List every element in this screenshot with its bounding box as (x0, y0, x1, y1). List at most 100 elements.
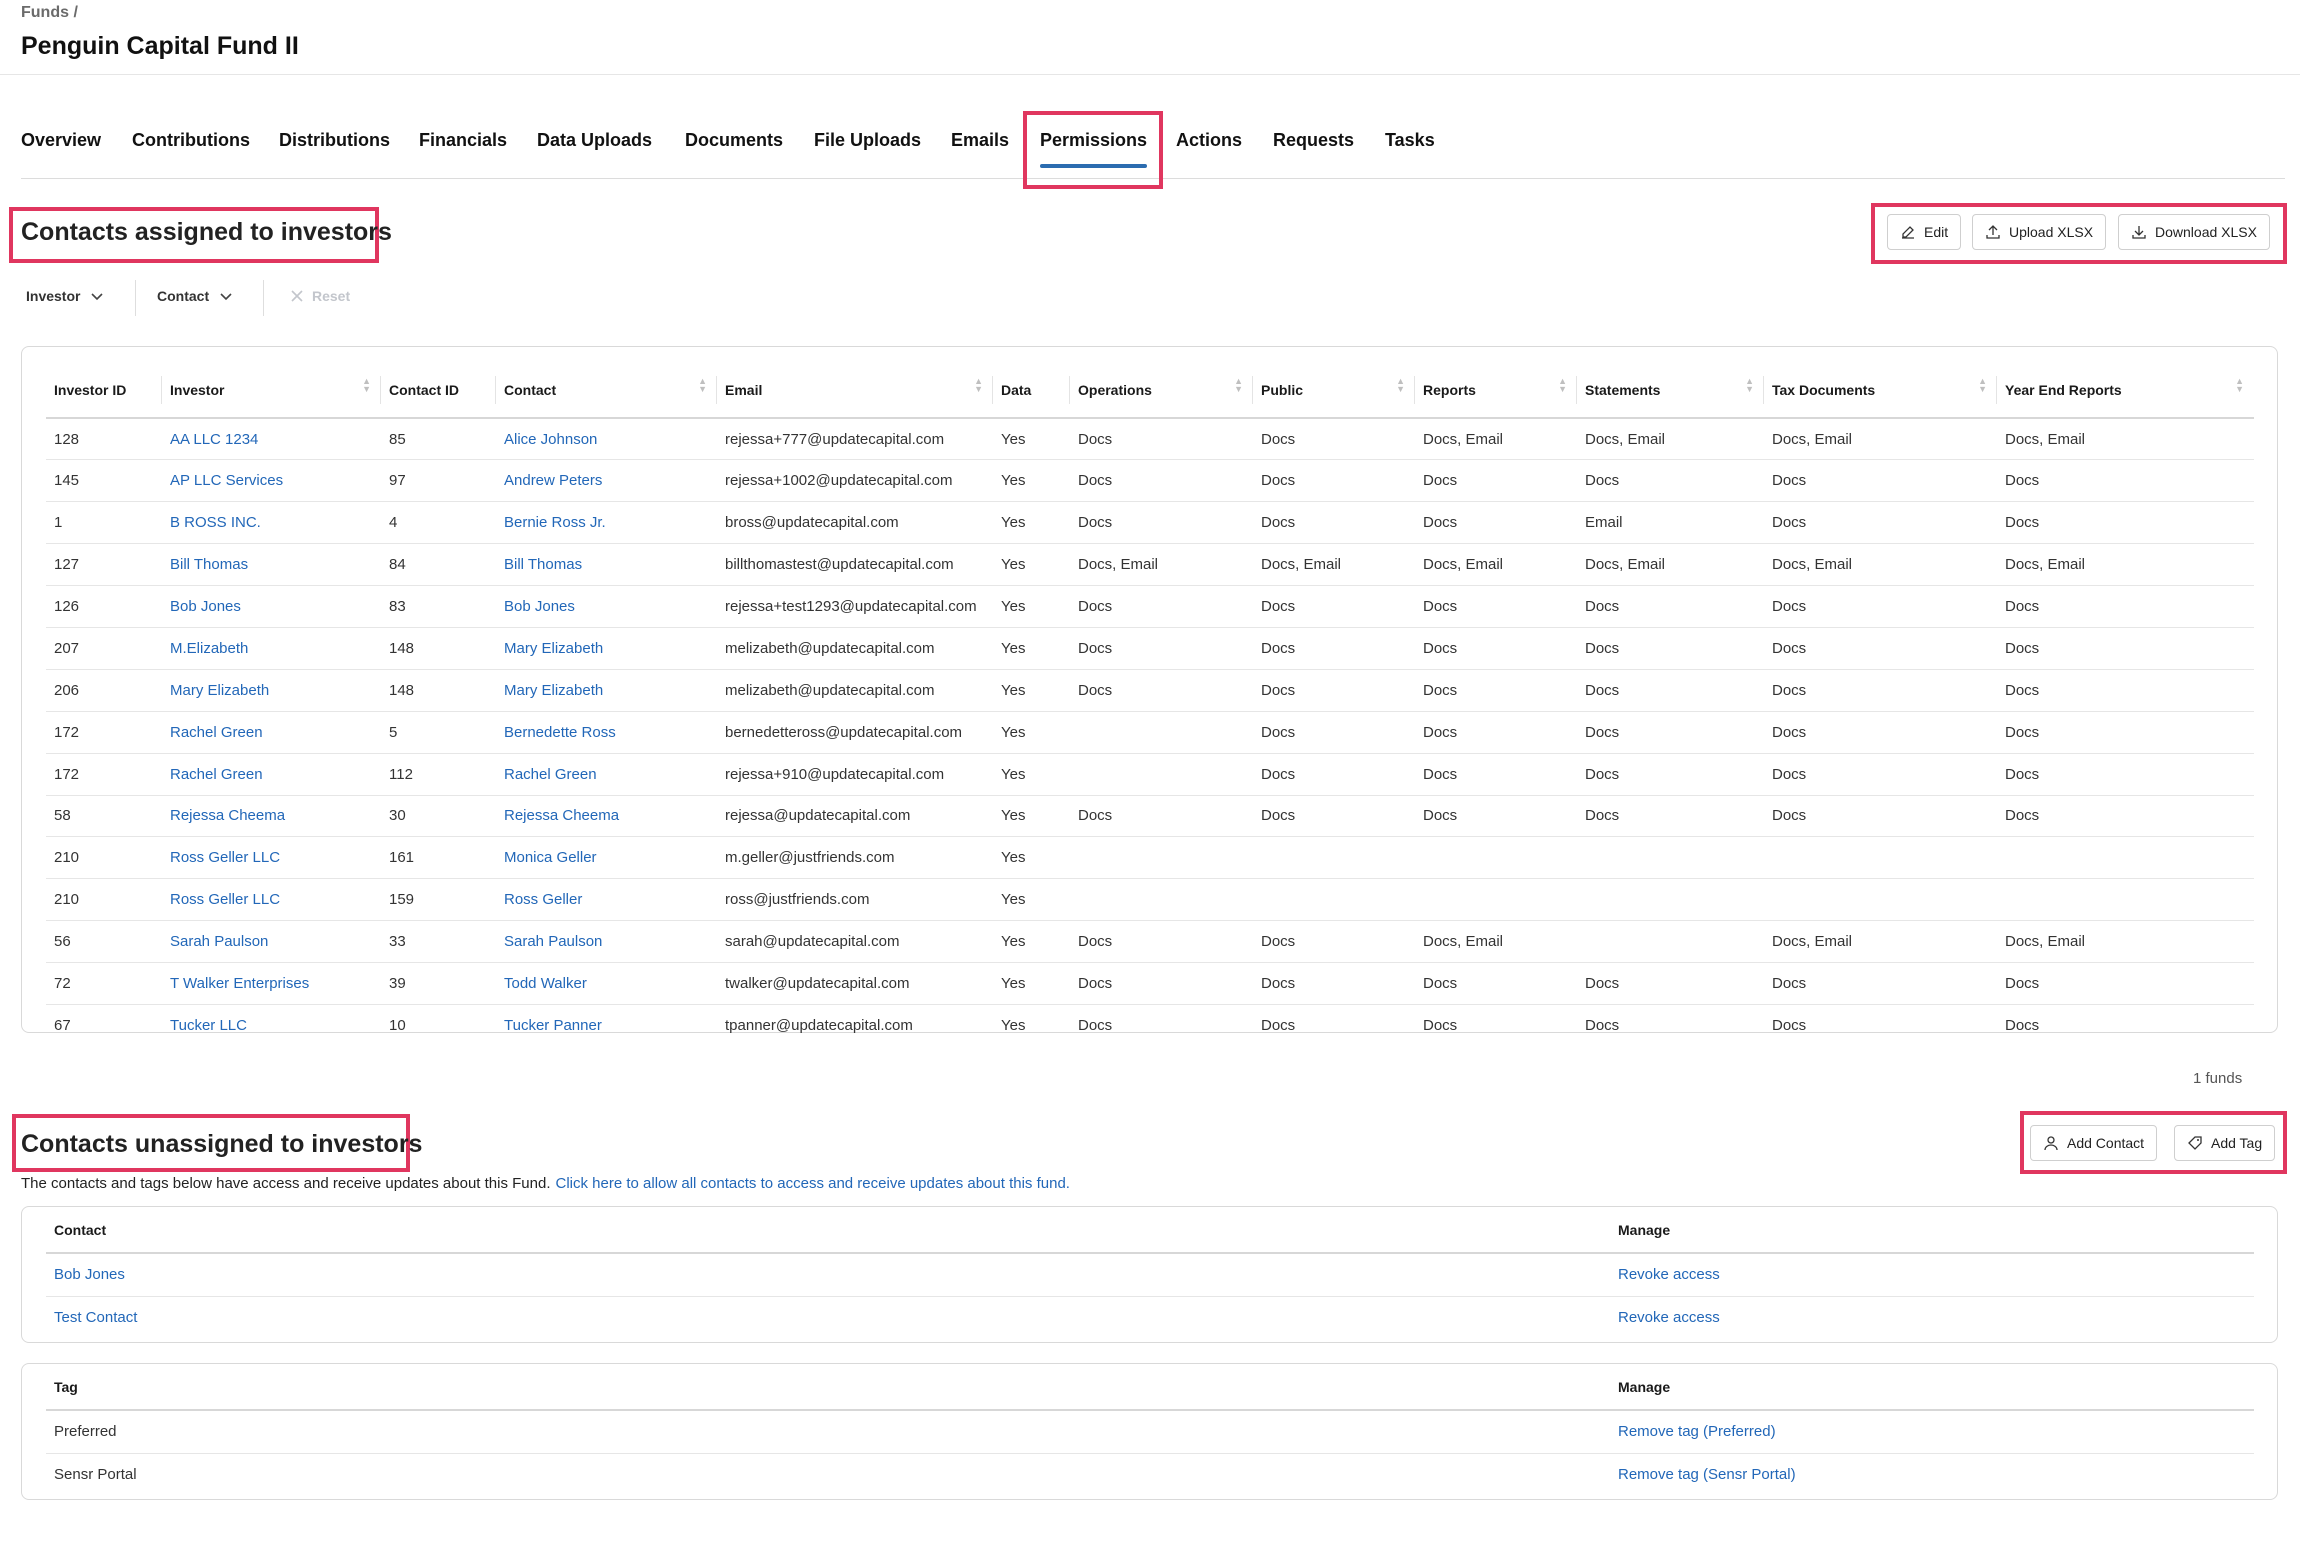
description-text: The contacts and tags below have access … (21, 1175, 551, 1192)
cell-value: rejessa+test1293@updatecapital.com (725, 598, 977, 615)
tab-financials[interactable]: Financials (419, 130, 507, 151)
investor-link[interactable]: Bob Jones (162, 598, 241, 615)
column-header-contact[interactable]: Contact ▲ ▼ (496, 362, 717, 418)
column-header-data[interactable]: Data (993, 362, 1070, 418)
tab-actions[interactable]: Actions (1176, 130, 1242, 151)
contact-link[interactable]: Bernedette Ross (496, 724, 616, 741)
remove-tag-link[interactable]: Remove tag (Sensr Portal) (1610, 1466, 1796, 1483)
investor-link[interactable]: Rejessa Cheema (162, 807, 285, 824)
revoke-access-link[interactable]: Revoke access (1610, 1266, 1720, 1283)
contact-filter[interactable]: Contact (157, 288, 233, 304)
tab-documents[interactable]: Documents (685, 130, 783, 151)
investor-link[interactable]: Sarah Paulson (162, 933, 268, 950)
breadcrumb[interactable]: Funds / (21, 4, 78, 22)
contact-link[interactable]: Monica Geller (496, 849, 597, 866)
column-header-year-end-reports[interactable]: Year End Reports ▲ ▼ (1997, 362, 2254, 418)
cell-value: Yes (1001, 765, 1026, 783)
contact-link[interactable]: Bernie Ross Jr. (496, 514, 606, 531)
investor-link[interactable]: Bill Thomas (162, 556, 248, 573)
investor-link[interactable]: Ross Geller LLC (162, 849, 280, 866)
sort-icon[interactable]: ▲ ▼ (1745, 377, 1754, 394)
column-header-public[interactable]: Public ▲ ▼ (1253, 362, 1415, 418)
revoke-access-link[interactable]: Revoke access (1610, 1309, 1720, 1326)
cell-value: Docs, Email (2005, 430, 2086, 448)
cell-value: melizabeth@updatecapital.com (725, 681, 935, 699)
upload-xlsx-button[interactable]: Upload XLSX (1972, 214, 2107, 250)
column-header-investor[interactable]: Investor ▲ ▼ (162, 362, 381, 418)
contact-link[interactable]: Tucker Panner (496, 1017, 602, 1034)
tab-distributions[interactable]: Distributions (279, 130, 390, 151)
contact-link[interactable]: Ross Geller (496, 891, 582, 908)
cell-public: Docs (1253, 418, 1415, 460)
investor-link[interactable]: M.Elizabeth (162, 640, 248, 657)
edit-button[interactable]: Edit (1887, 214, 1962, 250)
sort-icon[interactable]: ▲ ▼ (362, 377, 371, 394)
allow-all-contacts-link[interactable]: Click here to allow all contacts to acce… (556, 1175, 1070, 1192)
contact-link[interactable]: Alice Johnson (496, 431, 597, 448)
column-header-investor-id[interactable]: Investor ID (46, 362, 162, 418)
investor-link[interactable]: Ross Geller LLC (162, 891, 280, 908)
contact-link[interactable]: Rejessa Cheema (496, 807, 619, 824)
download-xlsx-button[interactable]: Download XLSX (2118, 214, 2270, 250)
investor-link[interactable]: AP LLC Services (162, 472, 283, 489)
contact-link[interactable]: Mary Elizabeth (496, 640, 603, 657)
cell-year-end-reports: Docs, Email (1997, 921, 2254, 963)
tab-tasks[interactable]: Tasks (1385, 130, 1435, 151)
cell-public: Docs (1253, 1004, 1415, 1046)
investor-link[interactable]: Mary Elizabeth (162, 682, 269, 699)
add-tag-button[interactable]: Add Tag (2174, 1125, 2276, 1161)
investor-link[interactable]: B ROSS INC. (162, 514, 261, 531)
cell-value: Docs (1078, 472, 1113, 490)
cell-value: 72 (54, 975, 71, 993)
remove-tag-link[interactable]: Remove tag (Preferred) (1610, 1423, 1776, 1440)
investor-link[interactable]: Rachel Green (162, 724, 263, 741)
cell-tax-documents: Docs, Email (1764, 544, 1997, 586)
contact-link[interactable]: Mary Elizabeth (496, 682, 603, 699)
table-row: 210 Ross Geller LLC 159 Ross Geller ross@jus… (46, 879, 2254, 921)
tab-emails[interactable]: Emails (951, 130, 1009, 151)
sort-icon[interactable]: ▲ ▼ (1978, 377, 1987, 394)
cell-contact-id: 85 (381, 418, 496, 460)
investor-filter[interactable]: Investor (26, 288, 104, 304)
reset-filters-button[interactable]: Reset (290, 288, 350, 304)
cell-value: Docs (2005, 514, 2040, 532)
column-header-statements[interactable]: Statements ▲ ▼ (1577, 362, 1764, 418)
add-contact-button[interactable]: Add Contact (2030, 1125, 2158, 1161)
cell-contact-id: 97 (381, 460, 496, 502)
cell-statements: Docs, Email (1577, 544, 1764, 586)
cell-value: Yes (1001, 639, 1026, 657)
contact-link[interactable]: Todd Walker (496, 975, 587, 992)
contact-link[interactable]: Bill Thomas (496, 556, 582, 573)
investor-link[interactable]: AA LLC 1234 (162, 431, 258, 448)
contact-link[interactable]: Bob Jones (496, 598, 575, 615)
sort-icon[interactable]: ▲ ▼ (1396, 377, 1405, 394)
sort-icon[interactable]: ▲ ▼ (698, 377, 707, 394)
column-header-tax-documents[interactable]: Tax Documents ▲ ▼ (1764, 362, 1997, 418)
cell-statements (1577, 879, 1764, 921)
investor-link[interactable]: Rachel Green (162, 766, 263, 783)
sort-icon[interactable]: ▲ ▼ (1558, 377, 1567, 394)
column-header-contact-id[interactable]: Contact ID (381, 362, 496, 418)
column-header-reports[interactable]: Reports ▲ ▼ (1415, 362, 1577, 418)
tab-data-uploads[interactable]: Data Uploads (537, 130, 652, 151)
investor-link[interactable]: Tucker LLC (162, 1017, 247, 1034)
sort-icon[interactable]: ▲ ▼ (1234, 377, 1243, 394)
tab-overview[interactable]: Overview (21, 130, 101, 151)
contact-link[interactable]: Rachel Green (496, 766, 597, 783)
cell-value: Docs (1261, 765, 1296, 783)
tab-requests[interactable]: Requests (1273, 130, 1354, 151)
cell-reports: Docs (1415, 963, 1577, 1005)
investor-link[interactable]: T Walker Enterprises (162, 975, 309, 992)
column-header-operations[interactable]: Operations ▲ ▼ (1070, 362, 1253, 418)
contact-link[interactable]: Bob Jones (46, 1266, 125, 1283)
cell-value: 39 (389, 975, 406, 993)
tab-file-uploads[interactable]: File Uploads (814, 130, 921, 151)
tab-contributions[interactable]: Contributions (132, 130, 250, 151)
contact-link[interactable]: Andrew Peters (496, 472, 602, 489)
sort-icon[interactable]: ▲ ▼ (2235, 377, 2244, 394)
contact-link[interactable]: Test Contact (46, 1309, 137, 1326)
sort-icon[interactable]: ▲ ▼ (974, 377, 983, 394)
contact-link[interactable]: Sarah Paulson (496, 933, 602, 950)
cell-value: 56 (54, 933, 71, 951)
column-header-email[interactable]: Email ▲ ▼ (717, 362, 993, 418)
